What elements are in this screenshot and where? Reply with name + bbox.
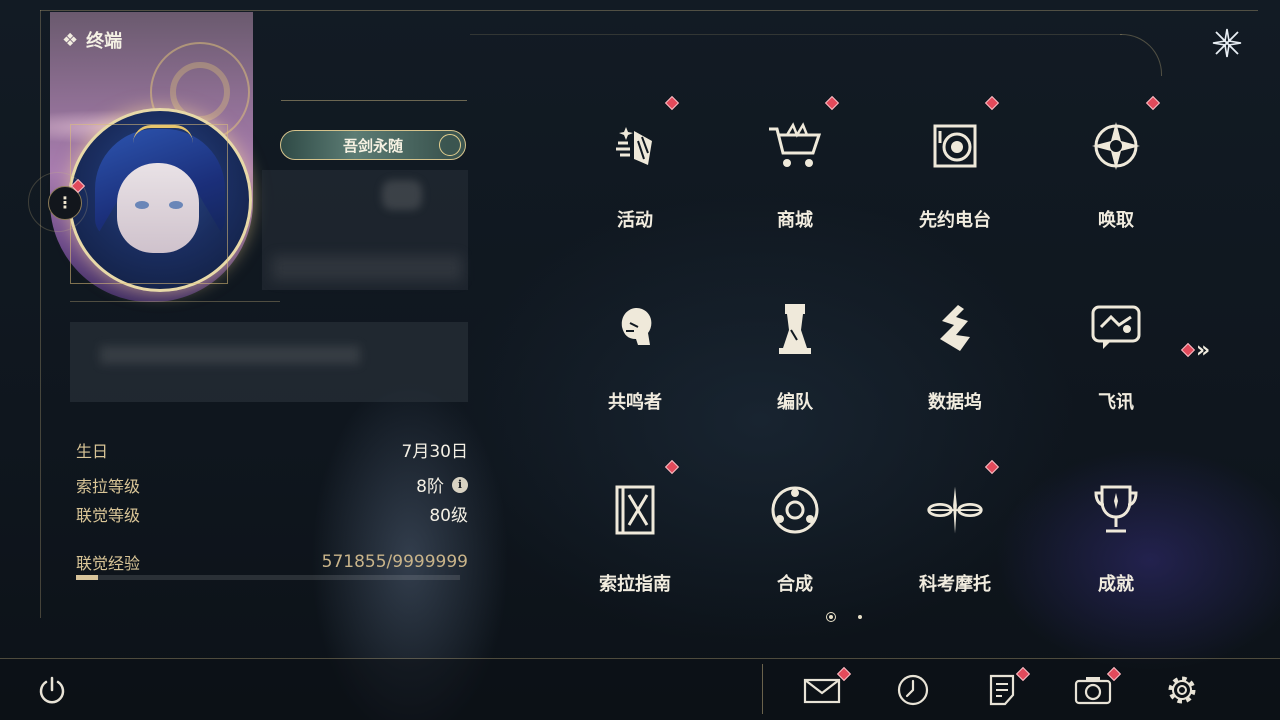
menu-tile-resonator[interactable]: 共鸣者 — [555, 282, 715, 442]
guidebook-icon — [605, 480, 665, 540]
data-bank-icon — [925, 298, 985, 358]
page-dot[interactable] — [858, 615, 862, 619]
mail-icon — [803, 678, 841, 704]
menu-tile-label: 活动 — [617, 210, 653, 231]
frame-left-line — [40, 10, 41, 618]
menu-tile-label: 共鸣者 — [608, 392, 662, 413]
menu-tile-events[interactable]: 活动 — [555, 95, 715, 260]
menu-tile-label: 科考摩托 — [919, 574, 991, 595]
info-icon[interactable]: i — [452, 476, 468, 493]
resonator-icon — [605, 298, 665, 358]
clock-button[interactable] — [893, 670, 933, 710]
menu-tile-label: 索拉指南 — [599, 574, 671, 595]
close-star-icon — [1212, 28, 1242, 58]
title-badge-text: 吾剑永随 — [342, 136, 403, 155]
next-page-arrow-icon[interactable]: » — [1196, 338, 1210, 363]
mail-button[interactable] — [802, 670, 842, 710]
menu-tile-motorcycle[interactable]: 科考摩托 — [875, 459, 1035, 624]
notice-button[interactable] — [982, 670, 1022, 710]
union-level-label: 联觉等级 — [76, 505, 141, 525]
menu-tile-chat-message[interactable]: 飞讯 — [1036, 282, 1196, 442]
frame-top-line — [40, 10, 1258, 11]
birthday-label: 生日 — [76, 441, 109, 461]
trophy-icon — [1086, 480, 1146, 540]
page-indicator — [826, 612, 862, 622]
union-exp-bar-fill — [76, 575, 98, 580]
menu-tile-label: 商城 — [777, 210, 813, 231]
synthesis-icon — [765, 480, 825, 540]
blurred-signature-area — [70, 322, 468, 402]
menu-tile-label: 编队 — [777, 392, 813, 413]
sola-level-label: 索拉等级 — [76, 476, 141, 496]
stat-birthday: 生日 7月30日 — [76, 437, 468, 463]
events-icon — [605, 116, 665, 176]
frame-inner-line — [470, 34, 1122, 35]
birthday-value: 7月30日 — [401, 442, 468, 462]
sola-level-value: 8阶 — [416, 477, 444, 497]
settings-button[interactable] — [1162, 670, 1202, 710]
card-divider — [70, 301, 280, 302]
convene-icon — [1086, 116, 1146, 176]
settings-icon — [1168, 676, 1196, 704]
menu-tile-label: 成就 — [1098, 574, 1134, 595]
page-dot-active[interactable] — [826, 612, 836, 622]
shop-cart-icon — [765, 116, 825, 176]
motorcycle-icon — [925, 480, 985, 540]
menu-tile-label: 先约电台 — [919, 210, 991, 231]
notice-icon — [989, 674, 1015, 706]
power-button[interactable] — [32, 670, 72, 710]
bottom-separator — [762, 664, 763, 714]
power-icon — [39, 676, 65, 704]
sola-level-value-group: 8阶 i — [416, 472, 468, 497]
menu-tile-convene[interactable]: 唤取 — [1036, 95, 1196, 260]
name-underline — [281, 100, 467, 101]
stat-sola-level: 索拉等级 8阶 i — [76, 472, 468, 497]
camera-button[interactable] — [1073, 670, 1113, 710]
union-level-value: 80级 — [429, 506, 468, 526]
chess-formation-icon — [765, 298, 825, 358]
terminal-title-text: 终端 — [86, 31, 123, 52]
terminal-diamond-icon: ❖ — [62, 29, 79, 51]
menu-tile-data-bank[interactable]: 数据坞 — [875, 282, 1035, 442]
stat-union-exp: 联觉经验 571855/9999999 — [76, 550, 468, 574]
union-exp-bar — [76, 575, 460, 580]
stat-union-level: 联觉等级 80级 — [76, 501, 468, 527]
menu-tile-chess-formation[interactable]: 编队 — [715, 282, 875, 442]
more-vertical-icon: ⋮ — [57, 193, 73, 212]
chat-message-icon — [1086, 298, 1146, 358]
menu-tile-label: 数据坞 — [928, 392, 982, 413]
clock-icon — [897, 674, 929, 706]
menu-tile-pioneer-radio[interactable]: 先约电台 — [875, 95, 1035, 260]
menu-tile-shop-cart[interactable]: 商城 — [715, 95, 875, 260]
close-button[interactable] — [1196, 12, 1258, 74]
bottom-divider — [0, 658, 1280, 659]
avatar-frame-square — [70, 124, 228, 284]
camera-icon — [1074, 677, 1112, 705]
terminal-title: ❖ 终端 — [62, 27, 122, 53]
title-emblem-icon — [439, 134, 461, 156]
menu-tile-label: 唤取 — [1098, 210, 1134, 231]
union-exp-value: 571855/9999999 — [321, 552, 468, 572]
menu-tile-trophy[interactable]: 成就 — [1036, 464, 1196, 624]
title-badge[interactable]: 吾剑永随 — [280, 130, 466, 160]
menu-tile-guidebook[interactable]: 索拉指南 — [555, 459, 715, 624]
menu-tile-label: 飞讯 — [1098, 392, 1134, 413]
pioneer-radio-icon — [925, 116, 985, 176]
menu-tile-label: 合成 — [777, 574, 813, 595]
blurred-name-area — [262, 170, 468, 290]
union-exp-label: 联觉经验 — [76, 554, 141, 573]
menu-tile-synthesis[interactable]: 合成 — [715, 464, 875, 624]
